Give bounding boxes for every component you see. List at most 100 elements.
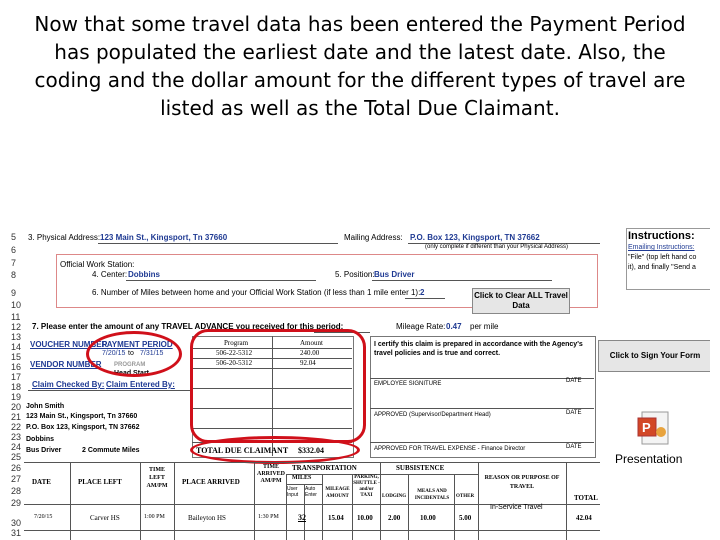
row-number: 17 xyxy=(11,372,22,382)
travel-reason[interactable]: In-Service Travel xyxy=(490,504,543,511)
row-number: 31 xyxy=(11,528,22,538)
row-number: 30 xyxy=(11,518,22,528)
clear-travel-data-button[interactable]: Click to Clear ALL Travel Data xyxy=(472,288,570,314)
presentation-icon[interactable]: P xyxy=(636,410,672,448)
travel-miles[interactable]: 32 xyxy=(298,513,306,522)
row-number: 28 xyxy=(11,486,22,496)
row-number: 26 xyxy=(11,463,22,473)
row-number: 23 xyxy=(11,432,22,442)
position-value[interactable]: Bus Driver xyxy=(374,270,414,279)
finance-approval-label: APPROVED FOR TRAVEL EXPENSE - Finance Di… xyxy=(374,446,526,452)
supervisor-approval-label: APPROVED (Supervisor/Department Head) xyxy=(374,412,491,418)
travel-parking[interactable]: 10.00 xyxy=(357,514,373,522)
col-transportation: TRANSPORTATION xyxy=(292,464,357,472)
travel-mileage-amount: 15.04 xyxy=(328,514,344,522)
col-reason: REASON OR PURPOSE OF TRAVEL xyxy=(484,475,560,490)
row-number: 20 xyxy=(11,402,22,412)
travel-time-arrived[interactable]: 1:30 PM xyxy=(258,514,279,520)
physical-address-value[interactable]: 123 Main St., Kingsport, Tn 37660 xyxy=(100,233,227,242)
emailing-instructions-link[interactable]: Emailing Instructions: xyxy=(628,244,695,251)
certify-text: I certify this claim is prepared in acco… xyxy=(374,341,583,357)
travel-total: 42.04 xyxy=(576,514,592,522)
center-value[interactable]: Dobbins xyxy=(128,270,160,279)
mileage-rate-value: 0.47 xyxy=(446,322,462,331)
claimant-address-2: P.O. Box 123, Kingsport, TN 37662 xyxy=(26,424,140,431)
per-mile-label: per mile xyxy=(470,322,499,331)
claimant-center: Dobbins xyxy=(26,436,54,443)
row-number: 13 xyxy=(11,332,22,342)
col-auto-enter: Auto Enter xyxy=(305,486,317,498)
row-number: 29 xyxy=(11,498,22,508)
col-lodging: LODGING xyxy=(382,494,407,499)
presentation-label: Presentation xyxy=(615,452,683,466)
row-number: 21 xyxy=(11,412,22,422)
col-mileage-amount: MILEAGE AMOUNT xyxy=(325,487,350,499)
row-number: 10 xyxy=(11,300,22,310)
col-total: TOTAL xyxy=(574,494,598,502)
travel-place-arrived[interactable]: Baileyton HS xyxy=(188,514,226,522)
claimant-commute: 2 Commute Miles xyxy=(82,447,140,454)
travel-other[interactable]: 5.00 xyxy=(459,514,471,522)
row-number: 24 xyxy=(11,442,22,452)
col-place-arrived: PLACE ARRIVED xyxy=(182,478,240,486)
col-meals: MEALS AND INCIDENTALS xyxy=(414,489,450,501)
instructions-line-2: "File" (top left hand co xyxy=(628,254,697,261)
finance-approval-date: DATE xyxy=(566,444,582,450)
row-number: 11 xyxy=(11,312,21,322)
employee-signature-label: EMPLOYEE SIGNITURE xyxy=(374,381,442,387)
center-label: 4. Center: xyxy=(92,270,128,279)
row-number: 15 xyxy=(11,352,22,362)
instructions-title: Instructions: xyxy=(628,230,695,242)
row-number: 16 xyxy=(11,362,22,372)
col-other: OTHER xyxy=(456,494,475,499)
col-time-left: TIME LEFT AM/PM xyxy=(146,467,168,489)
row-number: 12 xyxy=(11,322,22,332)
mailing-address-label: Mailing Address: xyxy=(344,233,403,242)
svg-text:P: P xyxy=(642,420,651,435)
row-number: 6 xyxy=(11,245,17,255)
claim-checked-by: Claim Checked By: xyxy=(32,380,105,389)
col-parking: PARKING, SHUTTLE - and/or TAXI xyxy=(353,475,380,498)
total-due-highlight xyxy=(190,436,360,464)
position-label: 5. Position: xyxy=(335,270,375,279)
travel-lodging[interactable]: 2.00 xyxy=(388,514,400,522)
mileage-rate-label: Mileage Rate: xyxy=(396,322,446,331)
slide-caption: Now that some travel data has been enter… xyxy=(34,12,686,120)
travel-date[interactable]: 7/20/15 xyxy=(34,514,52,520)
row-number: 14 xyxy=(11,342,22,352)
claimant-name: John Smith xyxy=(26,403,65,410)
col-miles: MILES xyxy=(292,475,312,481)
row-number: 9 xyxy=(11,288,17,298)
row-number: 5 xyxy=(11,232,17,242)
col-user-input: User Input xyxy=(287,486,299,498)
mailing-note: (only complete if different than your Ph… xyxy=(425,244,568,250)
row-number: 19 xyxy=(11,392,22,402)
row-number: 7 xyxy=(11,258,17,268)
col-time-arrived: TIME ARRIVED AM/PM xyxy=(256,464,285,484)
miles-value[interactable]: 2 xyxy=(420,288,424,297)
travel-meals[interactable]: 10.00 xyxy=(420,514,436,522)
claimant-position: Bus Driver xyxy=(26,447,62,454)
travel-time-left[interactable]: 1:00 PM xyxy=(144,514,165,520)
claim-entered-by: Claim Entered By: xyxy=(106,380,175,389)
row-number: 27 xyxy=(11,474,22,484)
travel-place-left[interactable]: Carver HS xyxy=(90,514,120,522)
mailing-address-value[interactable]: P.O. Box 123, Kingsport, TN 37662 xyxy=(410,233,540,242)
row-number: 8 xyxy=(11,270,17,280)
col-subsistence: SUBSISTENCE xyxy=(396,464,445,472)
instructions-line-3: it), and finally "Send a xyxy=(628,264,696,271)
physical-address-label: 3. Physical Address: xyxy=(28,233,101,242)
coding-highlight xyxy=(190,329,366,443)
sign-form-button[interactable]: Click to Sign Your Form xyxy=(598,340,710,372)
col-date: DATE xyxy=(32,478,51,486)
supervisor-approval-date: DATE xyxy=(566,410,582,416)
row-number: 22 xyxy=(11,422,22,432)
claimant-address-1: 123 Main St., Kingsport, Tn 37660 xyxy=(26,413,138,420)
miles-label: 6. Number of Miles between home and your… xyxy=(92,288,421,297)
official-station-label: Official Work Station: xyxy=(60,260,135,269)
col-place-left: PLACE LEFT xyxy=(78,478,122,486)
employee-signature-date: DATE xyxy=(566,378,582,384)
spreadsheet-view: 5 6 7 8 9 10 11 12 13 14 15 16 17 18 19 … xyxy=(10,228,710,540)
row-number: 18 xyxy=(11,382,22,392)
payment-period-highlight xyxy=(86,331,182,377)
